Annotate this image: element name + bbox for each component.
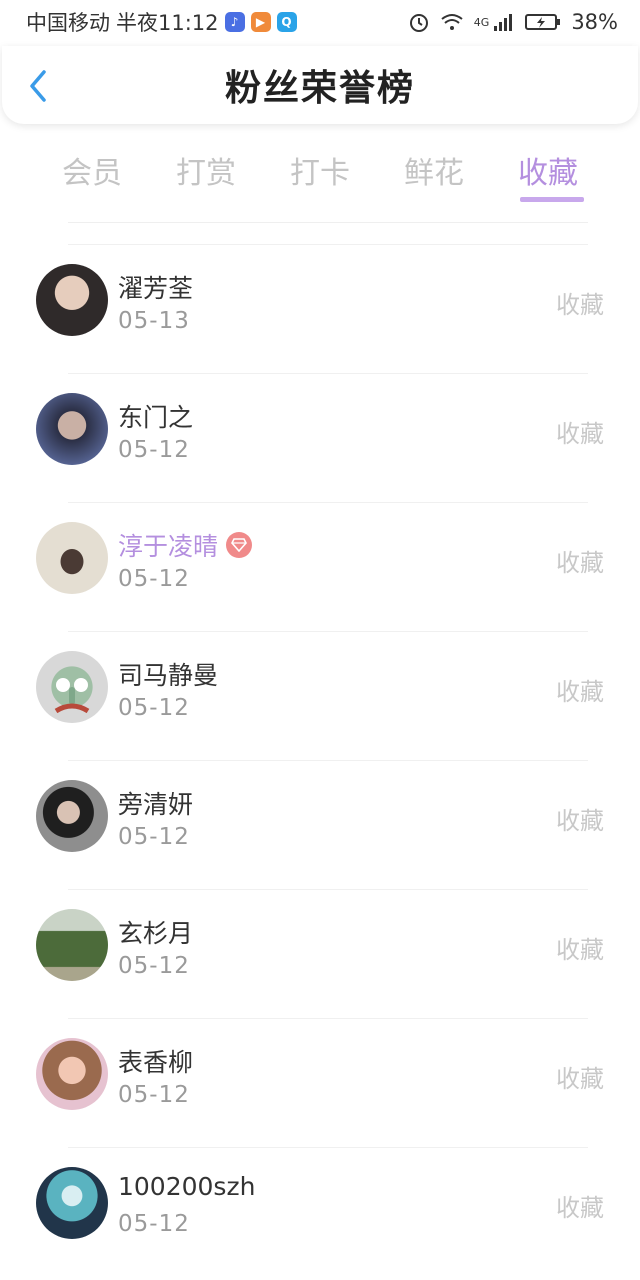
battery-label: 38%: [571, 10, 618, 34]
fan-name: 玄杉月: [118, 919, 194, 948]
tab-checkin[interactable]: 打卡: [263, 140, 377, 208]
back-button[interactable]: [20, 68, 56, 104]
music-app-icon: ♪: [224, 12, 245, 32]
favorite-label: 收藏: [556, 807, 604, 835]
tab-members[interactable]: 会员: [35, 140, 149, 208]
fan-name: 司马静曼: [118, 661, 219, 690]
favorite-label: 收藏: [556, 1065, 604, 1093]
tab-divider: [68, 222, 588, 223]
fan-list: 濯芳荃 05-13 收藏 东门之 05-12 收藏 淳于凌晴 05-12 收藏: [0, 244, 640, 1276]
list-item[interactable]: 东门之 05-12 收藏: [36, 373, 604, 502]
avatar: [36, 1038, 108, 1110]
avatar: [36, 651, 108, 723]
avatar: [36, 909, 108, 981]
signal-icon: [494, 14, 513, 31]
avatar: [36, 264, 108, 336]
search-app-icon: Q: [276, 12, 297, 32]
favorite-label: 收藏: [556, 549, 604, 577]
list-item[interactable]: 淳于凌晴 05-12 收藏: [36, 502, 604, 631]
status-left: 中国移动 半夜11:12 ♪ ▶ Q: [26, 7, 297, 37]
avatar: [36, 522, 108, 594]
tab-flowers[interactable]: 鲜花: [377, 140, 491, 208]
list-item[interactable]: 表香柳 05-12 收藏: [36, 1018, 604, 1147]
fan-date: 05-12: [118, 695, 190, 721]
favorite-label: 收藏: [556, 936, 604, 964]
favorite-label: 收藏: [556, 420, 604, 448]
fan-name: 淳于凌晴: [118, 532, 219, 561]
page-header: 粉丝荣誉榜: [2, 46, 638, 124]
network-label: 4G: [473, 16, 490, 29]
list-item[interactable]: 玄杉月 05-12 收藏: [36, 889, 604, 1018]
alarm-icon: [409, 14, 428, 32]
favorite-label: 收藏: [556, 1194, 604, 1222]
list-item[interactable]: 旁清妍 05-12 收藏: [36, 760, 604, 889]
avatar: [36, 393, 108, 465]
fan-name: 东门之: [118, 403, 194, 432]
favorite-label: 收藏: [556, 678, 604, 706]
video-app-icon: ▶: [250, 12, 271, 32]
fan-name: 表香柳: [118, 1048, 194, 1077]
diamond-icon: [226, 532, 253, 558]
fan-name: 100200szh: [118, 1172, 256, 1201]
fan-date: 05-12: [118, 437, 190, 463]
list-item[interactable]: 司马静曼 05-12 收藏: [36, 631, 604, 760]
wifi-icon: [441, 14, 463, 30]
fan-name: 濯芳荃: [118, 274, 194, 303]
list-item[interactable]: 濯芳荃 05-13 收藏: [36, 244, 604, 373]
list-item[interactable]: 100200szh 05-12 收藏: [36, 1147, 604, 1276]
page-title: 粉丝荣誉榜: [224, 68, 415, 109]
fan-date: 05-12: [118, 566, 190, 592]
fan-date: 05-13: [118, 308, 190, 334]
status-right: 4G 38%: [408, 10, 618, 34]
fan-name: 旁清妍: [118, 790, 194, 819]
favorite-label: 收藏: [556, 291, 604, 319]
tab-bar: 会员 打赏 打卡 鲜花 收藏: [0, 140, 640, 208]
battery-icon: [525, 14, 561, 30]
fan-name-vip: 淳于凌晴: [118, 527, 253, 563]
fan-date: 05-12: [118, 824, 190, 850]
time-label: 半夜11:12: [116, 11, 219, 35]
tab-favorites[interactable]: 收藏: [491, 140, 605, 208]
avatar: [36, 1167, 108, 1239]
tab-rewards[interactable]: 打赏: [149, 140, 263, 208]
carrier-label: 中国移动: [26, 11, 110, 35]
fan-date: 05-12: [118, 1211, 190, 1237]
fan-date: 05-12: [118, 953, 190, 979]
chevron-left-icon: [30, 70, 46, 102]
status-bar: 中国移动 半夜11:12 ♪ ▶ Q 4G 38%: [0, 0, 640, 44]
avatar: [36, 780, 108, 852]
fan-date: 05-12: [118, 1082, 190, 1108]
